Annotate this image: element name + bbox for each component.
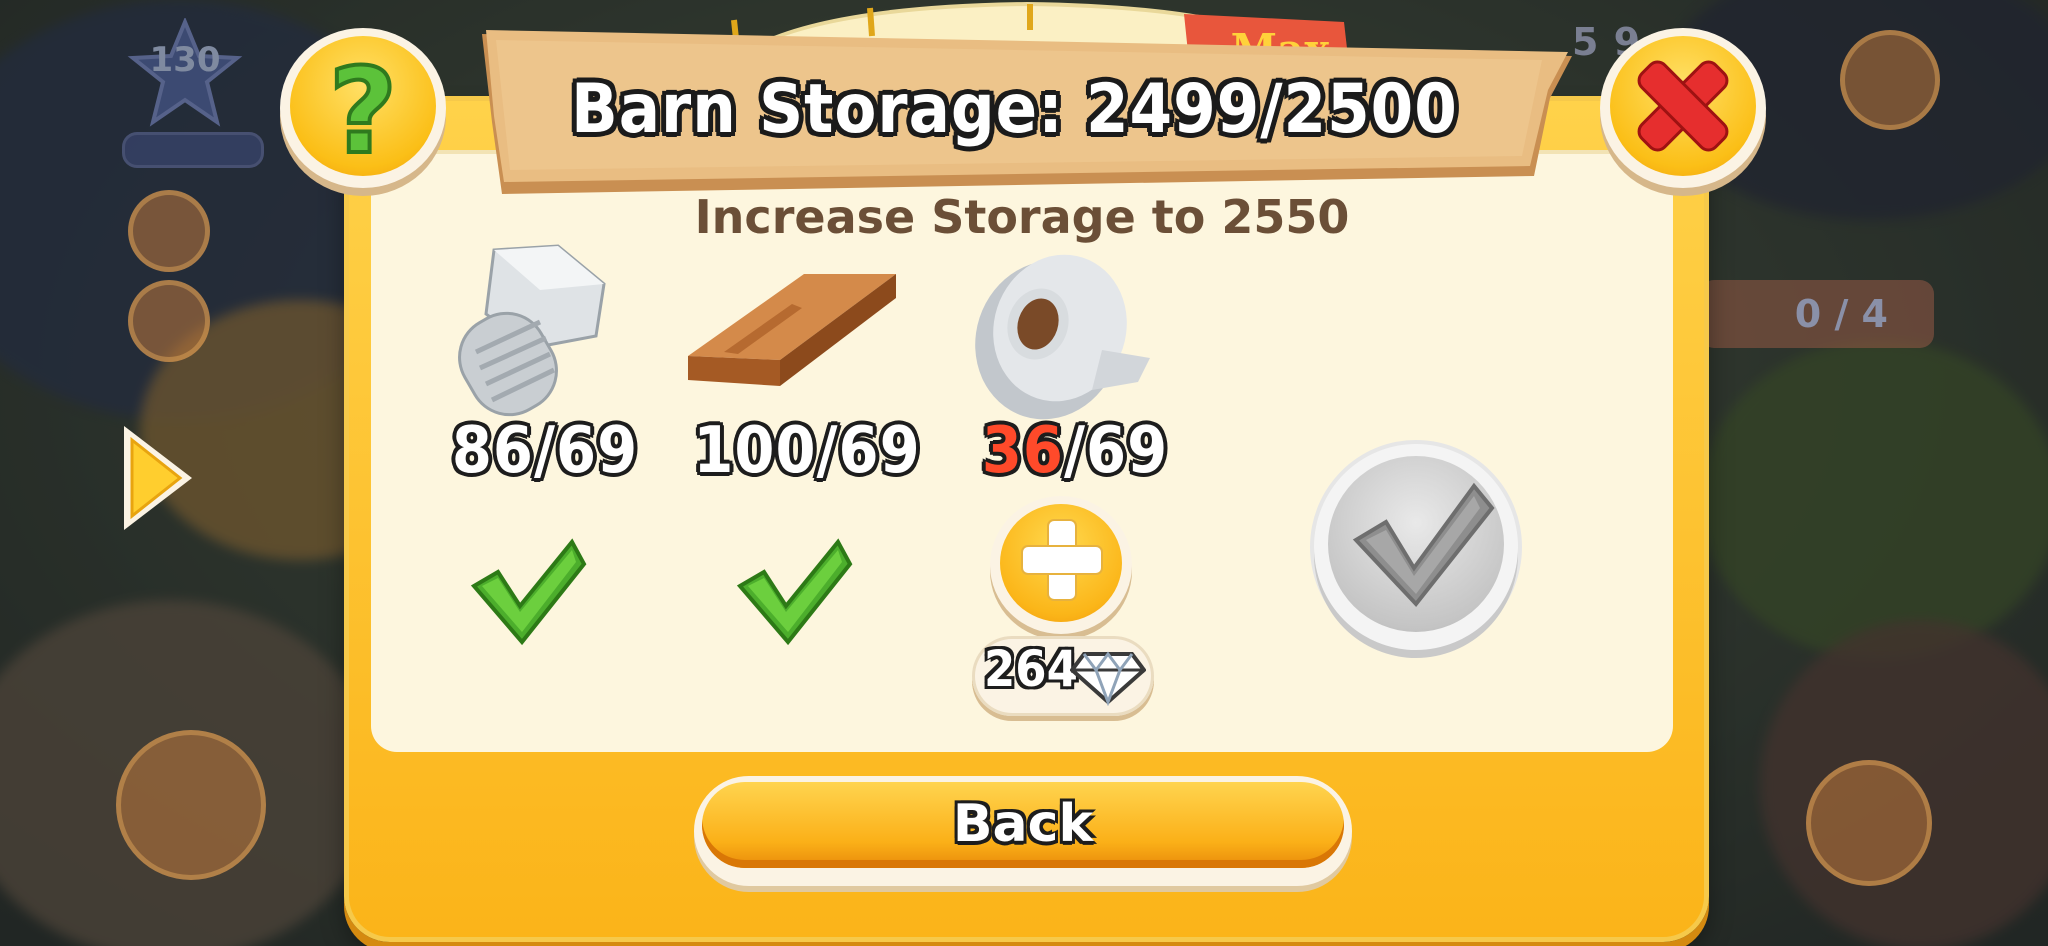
side-menu-button-left-1[interactable] bbox=[128, 190, 210, 272]
diamond-icon bbox=[1070, 651, 1146, 706]
play-arrow-icon bbox=[124, 426, 192, 530]
question-mark-icon: ? bbox=[327, 40, 399, 182]
side-menu-button-left-2[interactable] bbox=[128, 280, 210, 362]
check-icon-plank bbox=[736, 538, 853, 646]
back-button-label: Back bbox=[952, 794, 1094, 854]
buy-missing-button[interactable] bbox=[990, 496, 1132, 634]
boat-order-count: 0 / 4 bbox=[1794, 292, 1888, 336]
plank-count: 100/69 bbox=[693, 414, 921, 488]
back-button[interactable]: Back bbox=[694, 776, 1352, 886]
dialog-title: Barn Storage: 2499/2500 bbox=[571, 70, 1458, 149]
check-icon-bolt bbox=[470, 538, 587, 646]
check-icon-disabled bbox=[1352, 482, 1495, 608]
bolt-count: 86/69 bbox=[451, 414, 639, 488]
side-menu-button-bottom-right[interactable] bbox=[1806, 760, 1932, 886]
duct-tape-count: 36/69 bbox=[981, 414, 1169, 488]
expand-menu-arrow[interactable] bbox=[118, 418, 198, 538]
level-number: 130 bbox=[149, 40, 221, 80]
level-star-badge[interactable]: 130 bbox=[125, 16, 245, 128]
upgrade-subtitle: Increase Storage to 2550 bbox=[694, 190, 1350, 244]
plus-icon bbox=[1021, 519, 1103, 601]
duct-tape-icon bbox=[975, 254, 1150, 420]
confirm-upgrade-button-disabled[interactable] bbox=[1314, 444, 1518, 650]
side-menu-button-bottom-left[interactable] bbox=[116, 730, 266, 880]
diamond-price: 264 bbox=[984, 640, 1078, 698]
xp-bar[interactable] bbox=[122, 132, 264, 168]
close-button[interactable] bbox=[1600, 28, 1766, 188]
plank-icon bbox=[688, 274, 896, 386]
bolt-icon bbox=[458, 244, 606, 417]
boat-order-counter[interactable]: 0 / 4 bbox=[1700, 280, 1934, 348]
svg-text:?: ? bbox=[329, 42, 397, 180]
side-menu-button-top-right[interactable] bbox=[1840, 30, 1940, 130]
close-icon bbox=[1637, 60, 1729, 152]
diamond-price-tag[interactable]: 264 bbox=[972, 636, 1154, 716]
help-button[interactable]: ? bbox=[280, 28, 446, 188]
